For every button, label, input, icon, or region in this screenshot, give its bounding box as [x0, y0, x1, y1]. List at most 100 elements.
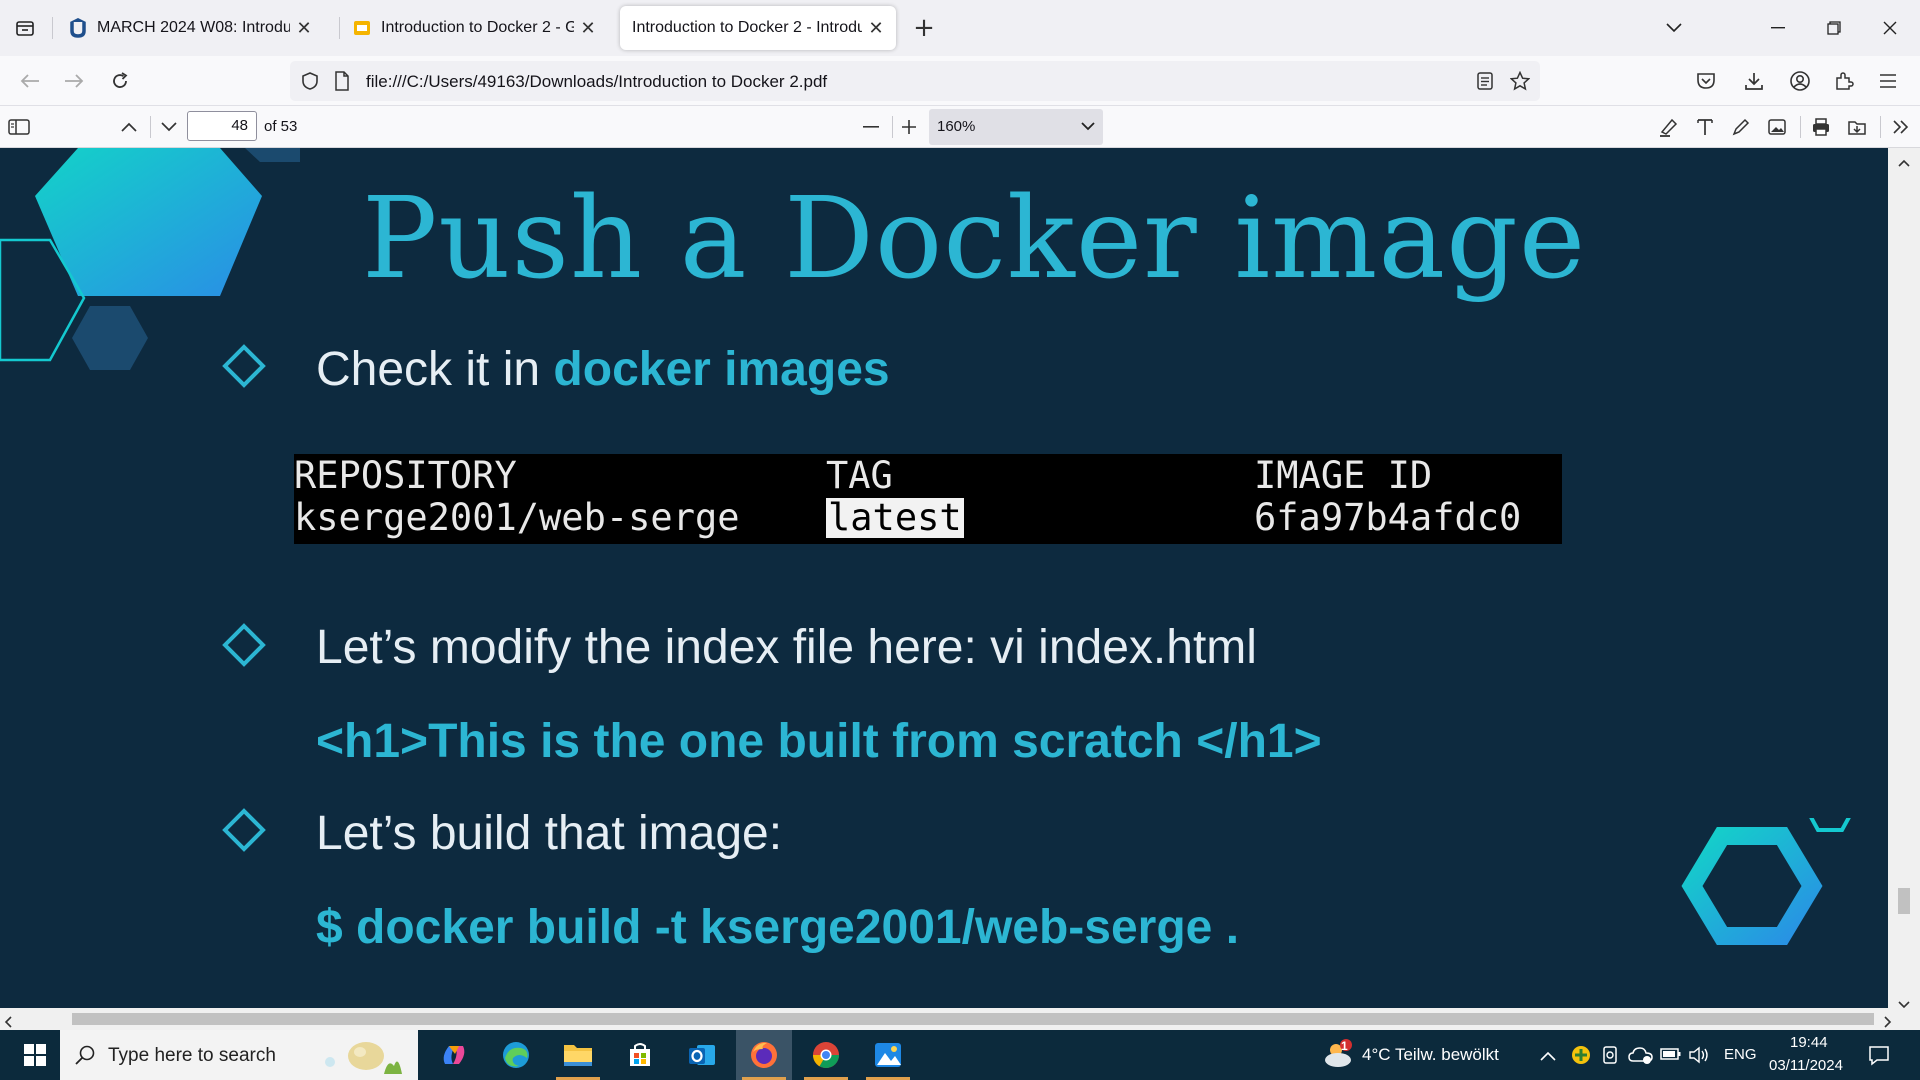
- notifications-icon[interactable]: [1868, 1044, 1890, 1070]
- windows-start-icon[interactable]: [10, 1030, 60, 1080]
- slide-title: Push a Docker image: [362, 174, 1587, 304]
- file-icon: [334, 71, 350, 95]
- zoom-out-icon[interactable]: [856, 112, 886, 142]
- slides-icon: [352, 18, 372, 38]
- udemy-icon: [68, 18, 88, 38]
- clock-time[interactable]: 19:44: [1790, 1034, 1828, 1051]
- save-icon[interactable]: [1842, 112, 1872, 142]
- bookmark-star-icon[interactable]: [1509, 70, 1531, 95]
- tracking-shield-icon[interactable]: [300, 71, 320, 95]
- zoom-select[interactable]: 160%: [929, 109, 1103, 145]
- terminal-header-image-id: IMAGE ID: [1254, 454, 1433, 497]
- restore-icon[interactable]: [1814, 10, 1854, 46]
- outlook-icon[interactable]: [674, 1030, 730, 1080]
- edge-icon[interactable]: [488, 1030, 544, 1080]
- tab-separator: [52, 17, 53, 39]
- new-tab-button[interactable]: +: [910, 13, 938, 43]
- horizontal-scrollbar[interactable]: [0, 1008, 1920, 1030]
- close-tab-icon[interactable]: ✕: [866, 18, 886, 38]
- vertical-scroll-thumb[interactable]: [1898, 888, 1910, 914]
- page-number-value: 48: [231, 117, 248, 134]
- bullet-text: Check it in: [316, 343, 554, 396]
- chrome-icon[interactable]: [798, 1030, 854, 1080]
- bullet-build-image: Let’s build that image:: [316, 807, 783, 860]
- diamond-bullet-icon: [222, 623, 266, 667]
- draw-tool-icon[interactable]: [1726, 112, 1756, 142]
- address-bar[interactable]: file:///C:/Users/49163/Downloads/Introdu…: [290, 61, 1540, 101]
- zoom-in-icon[interactable]: [894, 112, 924, 142]
- tab-pdf-active[interactable]: Introduction to Docker 2 - Introduction …: [620, 6, 896, 50]
- photos-icon[interactable]: [860, 1030, 916, 1080]
- terminal-cell-repository: kserge2001/web-serge: [294, 496, 740, 539]
- tray-app-icon[interactable]: [1570, 1044, 1592, 1070]
- tab-title: MARCH 2024 W08: Introduction: [97, 19, 290, 36]
- terminal-header-repository: REPOSITORY: [294, 454, 517, 497]
- search-highlight-icon: [322, 1036, 412, 1080]
- horizontal-scroll-thumb[interactable]: [72, 1013, 1874, 1025]
- weather-icon[interactable]: [1322, 1038, 1356, 1076]
- show-hidden-icons-chevron-icon[interactable]: [1540, 1046, 1556, 1065]
- close-window-icon[interactable]: [1870, 10, 1910, 46]
- downloads-icon[interactable]: [1738, 65, 1770, 97]
- toolbar-separator: [150, 116, 151, 138]
- previous-page-icon[interactable]: [114, 112, 144, 142]
- tab-udemy[interactable]: MARCH 2024 W08: Introduction ✕: [58, 6, 324, 50]
- list-all-tabs-icon[interactable]: [10, 14, 40, 42]
- toolbar-separator: [1880, 116, 1881, 138]
- page-number-input[interactable]: 48: [187, 111, 257, 141]
- terminal-cell-tag: latest: [826, 496, 964, 539]
- minimize-icon[interactable]: [1758, 10, 1798, 46]
- sidebar-toggle-icon[interactable]: [4, 112, 34, 142]
- reader-view-icon[interactable]: [1476, 71, 1494, 95]
- pdf-page-view[interactable]: Push a Docker image Check it in docker i…: [0, 148, 1888, 1008]
- account-icon[interactable]: [1784, 65, 1816, 97]
- tab-overflow-chevron-icon[interactable]: [1654, 10, 1694, 46]
- diamond-bullet-icon: [222, 344, 266, 388]
- taskbar-search-box[interactable]: Type here to search: [60, 1030, 418, 1080]
- pdf-toolbar: 48 of 53 160%: [0, 106, 1920, 148]
- diamond-bullet-icon: [222, 808, 266, 852]
- tools-overflow-icon[interactable]: [1886, 112, 1916, 142]
- forward-arrow-icon[interactable]: [58, 65, 90, 97]
- windows-taskbar: Type here to search 1 4°C Teilw. bewölkt: [0, 1030, 1920, 1080]
- extensions-icon[interactable]: [1828, 65, 1860, 97]
- next-page-icon[interactable]: [154, 112, 184, 142]
- input-language[interactable]: ENG: [1724, 1046, 1757, 1063]
- hexagon-decoration-icon: [1681, 818, 1851, 945]
- search-icon: [74, 1044, 96, 1070]
- tab-separator: [339, 17, 340, 39]
- page-count: of 53: [264, 118, 298, 135]
- clock-date[interactable]: 03/11/2024: [1769, 1057, 1843, 1074]
- highlight-icon[interactable]: [1654, 112, 1684, 142]
- weather-text[interactable]: 4°C Teilw. bewölkt: [1362, 1045, 1499, 1065]
- firefox-icon[interactable]: [736, 1030, 792, 1080]
- file-explorer-icon[interactable]: [550, 1030, 606, 1080]
- close-tab-icon[interactable]: ✕: [578, 18, 598, 38]
- volume-icon[interactable]: [1688, 1044, 1710, 1070]
- app-menu-icon[interactable]: [1872, 65, 1904, 97]
- reload-icon[interactable]: [104, 65, 136, 97]
- copilot-icon[interactable]: [426, 1030, 482, 1080]
- store-icon[interactable]: [612, 1030, 668, 1080]
- text-tool-icon[interactable]: [1690, 112, 1720, 142]
- tab-strip: MARCH 2024 W08: Introduction ✕ Introduct…: [0, 0, 1920, 56]
- tab-google-slides[interactable]: Introduction to Docker 2 - Google Slides…: [342, 6, 608, 50]
- battery-icon[interactable]: [1660, 1045, 1682, 1067]
- bullet-check-images: Check it in docker images: [316, 342, 890, 397]
- bullet-modify-index: Let’s modify the index file here: vi ind…: [316, 621, 1257, 674]
- vertical-scrollbar[interactable]: [1888, 148, 1920, 1009]
- onedrive-sync-icon[interactable]: [1628, 1044, 1654, 1070]
- scroll-up-arrow-icon[interactable]: [1898, 152, 1910, 171]
- close-tab-icon[interactable]: ✕: [294, 18, 314, 38]
- terminal-cell-image-id: 6fa97b4afdc0: [1254, 496, 1522, 539]
- back-arrow-icon[interactable]: [14, 65, 46, 97]
- add-image-icon[interactable]: [1762, 112, 1792, 142]
- search-placeholder: Type here to search: [108, 1045, 276, 1066]
- tab-title: Introduction to Docker 2 - Introduction: [632, 19, 862, 36]
- toolbar-separator: [1800, 116, 1801, 138]
- terminal-header-tag: TAG: [826, 454, 893, 497]
- print-icon[interactable]: [1806, 112, 1836, 142]
- meet-now-icon[interactable]: [1600, 1044, 1622, 1070]
- url-text: file:///C:/Users/49163/Downloads/Introdu…: [366, 72, 828, 91]
- pocket-icon[interactable]: [1690, 65, 1722, 97]
